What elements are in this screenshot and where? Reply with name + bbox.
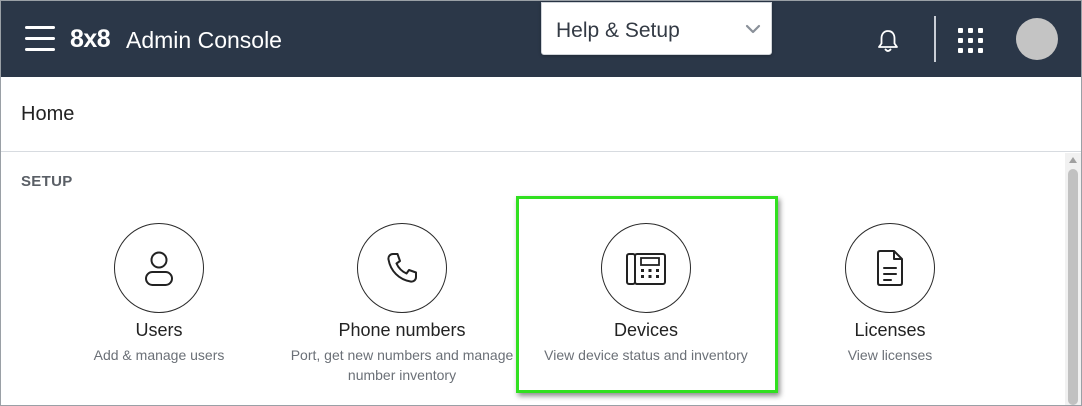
- tile-licenses-description: View licenses: [847, 347, 933, 363]
- tile-devices-description: View device status and inventory: [544, 347, 748, 363]
- tile-users-description: Add & manage users: [93, 347, 225, 363]
- phone-icon: [387, 253, 417, 283]
- scrollbar-thumb[interactable]: [1068, 169, 1078, 405]
- section-title: SETUP: [21, 173, 73, 190]
- tile-devices-circle: [601, 223, 691, 313]
- logo: 8x8: [70, 25, 111, 53]
- tile-devices[interactable]: Devices View device status and inventory: [531, 223, 761, 393]
- user-avatar[interactable]: [1016, 18, 1058, 60]
- tile-devices-title: Devices: [613, 320, 679, 340]
- app-window: 8x8 Admin Console Help & Setup Home SETU…: [0, 0, 1082, 406]
- tile-licenses-title: Licenses: [854, 320, 926, 340]
- breadcrumb-home: Home: [21, 103, 75, 125]
- tile-phone-numbers[interactable]: Phone numbers Port, get new numbers and …: [287, 223, 517, 393]
- tile-phone-numbers-circle: [357, 223, 447, 313]
- tile-phone-numbers-title: Phone numbers: [338, 320, 466, 340]
- chevron-down-icon: [745, 24, 761, 34]
- bell-icon[interactable]: [874, 27, 902, 55]
- tile-licenses[interactable]: Licenses View licenses: [775, 223, 1005, 393]
- tile-users-circle: [114, 223, 204, 313]
- vertical-scrollbar[interactable]: [1065, 153, 1081, 405]
- scroll-up-arrow-icon[interactable]: [1069, 157, 1077, 163]
- tile-phone-numbers-description: Port, get new numbers and manage number …: [290, 347, 514, 383]
- tile-licenses-circle: [845, 223, 935, 313]
- document-icon: [877, 250, 903, 286]
- user-icon: [145, 251, 173, 286]
- help-setup-dropdown[interactable]: Help & Setup: [541, 2, 772, 55]
- hamburger-menu-icon[interactable]: [25, 26, 57, 52]
- desk-phone-icon: [626, 253, 666, 285]
- tile-users-title: Users: [135, 320, 183, 340]
- setup-section: SETUP Users Add & manage users Phone num…: [1, 153, 1065, 405]
- help-setup-label: Help & Setup: [556, 19, 680, 42]
- app-title: Admin Console: [126, 27, 282, 53]
- tile-users[interactable]: Users Add & manage users: [44, 223, 274, 393]
- breadcrumb: Home: [1, 77, 1081, 152]
- app-launcher-icon[interactable]: [958, 28, 984, 54]
- header-divider: [934, 16, 936, 62]
- top-nav-bar: 8x8 Admin Console Help & Setup: [1, 1, 1081, 77]
